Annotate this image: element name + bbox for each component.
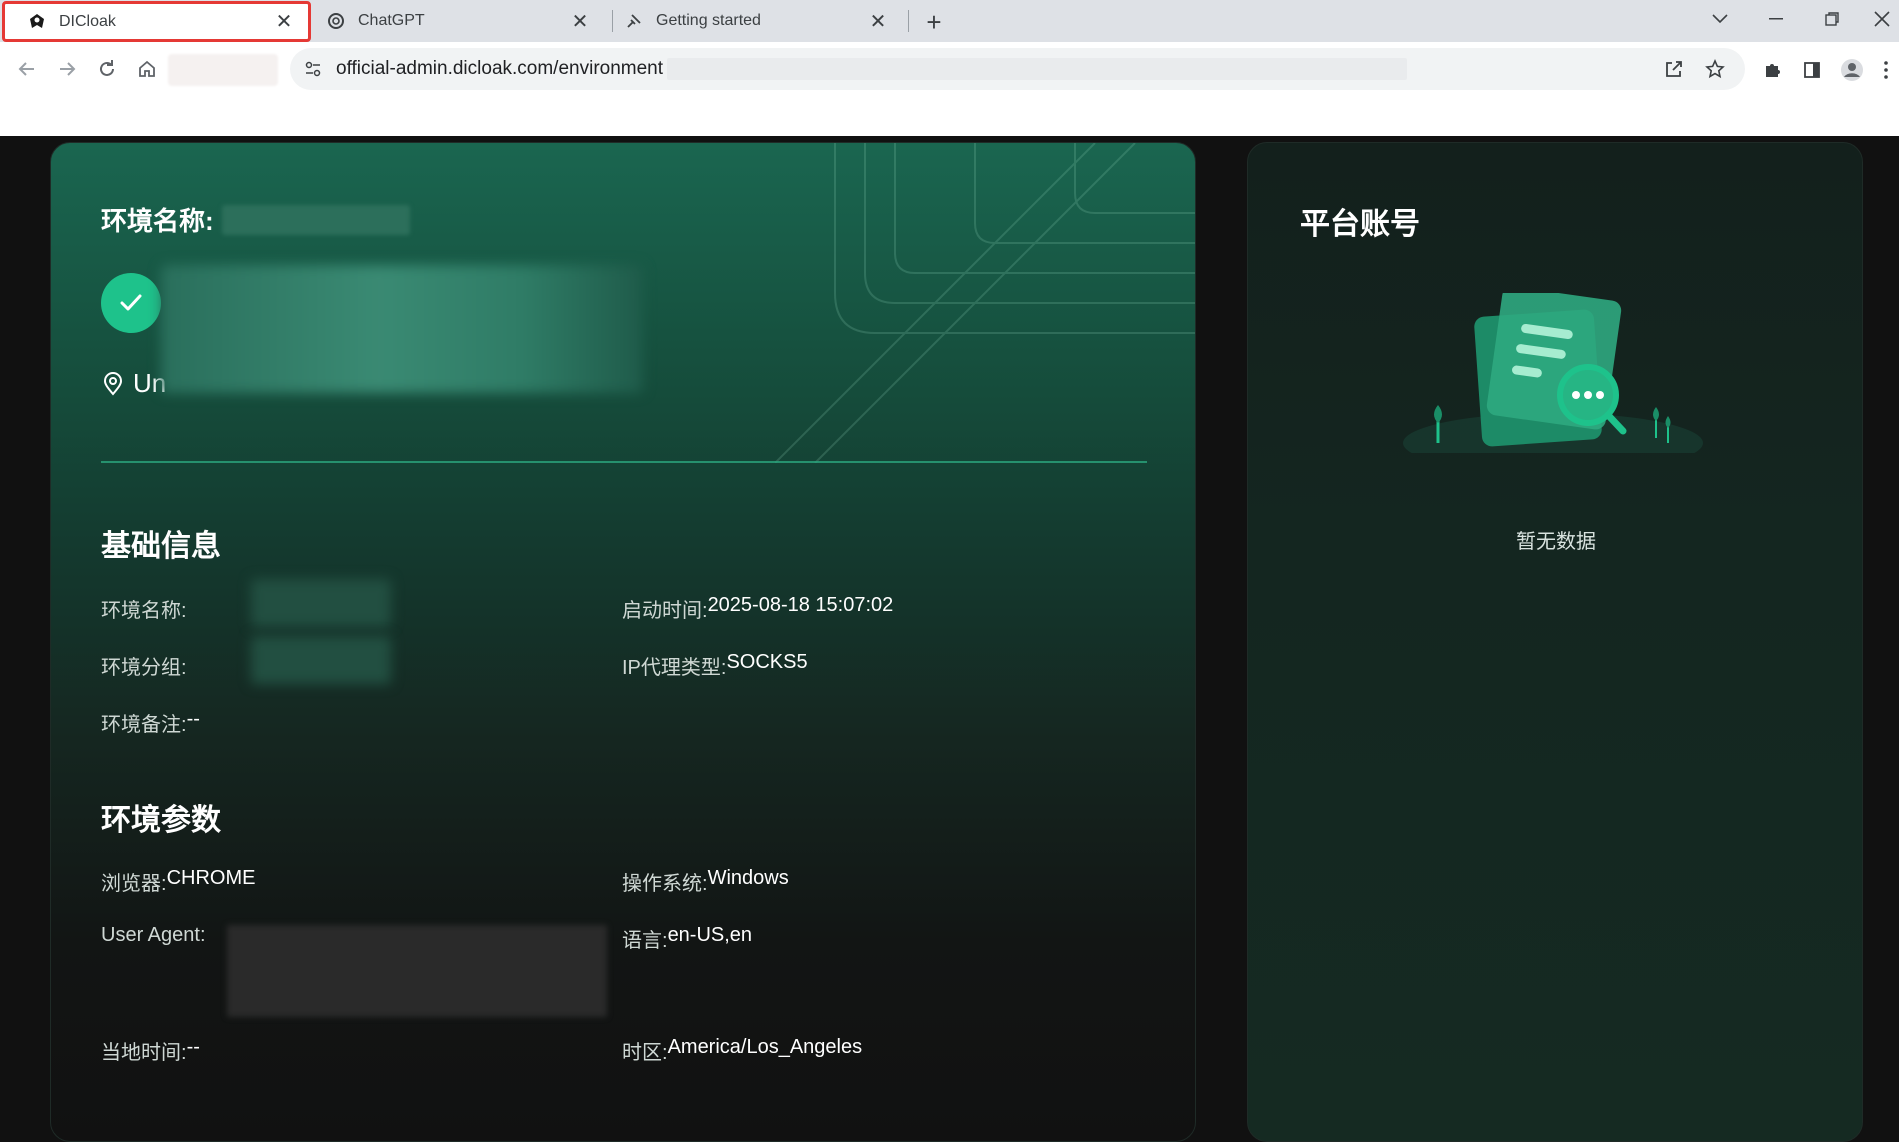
browser-toolbar: official-admin.dicloak.com/environment: [0, 42, 1899, 96]
env-name-header-label: 环境名称:: [101, 206, 214, 236]
home-icon[interactable]: [130, 52, 164, 86]
address-bar[interactable]: official-admin.dicloak.com/environment: [290, 48, 1745, 90]
env-name-header: 环境名称:: [101, 201, 410, 238]
redacted-bookmark: [168, 54, 278, 86]
tab-separator: [612, 10, 613, 32]
env-note-label: 环境备注:: [101, 714, 187, 736]
empty-state-text: 暂无数据: [1516, 531, 1596, 553]
chatgpt-logo-icon: [326, 11, 346, 31]
browser-value: CHROME: [166, 867, 256, 889]
proxy-type-label: IP代理类型:: [622, 657, 727, 679]
side-panel-icon[interactable]: [1796, 54, 1828, 86]
tab-separator: [908, 10, 909, 32]
close-tab-icon[interactable]: ✕: [568, 9, 592, 33]
tab-chatgpt[interactable]: ChatGPT ✕: [320, 0, 604, 42]
bookmark-star-icon[interactable]: [1700, 54, 1730, 84]
decorative-pattern: [775, 143, 1195, 463]
local-time-value: --: [186, 1036, 200, 1058]
tab-title: Getting started: [656, 12, 761, 29]
reload-icon[interactable]: [90, 52, 124, 86]
close-tab-icon[interactable]: ✕: [866, 9, 890, 33]
start-time-value: 2025-08-18 15:07:02: [707, 594, 894, 616]
tab-title: ChatGPT: [358, 12, 425, 29]
share-icon[interactable]: [1659, 54, 1689, 84]
platform-account-title: 平台账号: [1300, 208, 1420, 241]
proxy-type-field: IP代理类型: SOCKS5: [622, 651, 808, 680]
redacted-url-part: [667, 58, 1408, 80]
forward-arrow-icon[interactable]: [50, 52, 84, 86]
user-agent-label: User Agent:: [101, 924, 206, 946]
page-content: 环境名称: Un 基础信息 环境名称: 环境分组: 环境备注: -- 启动时间:…: [0, 136, 1899, 1142]
section-divider: [101, 461, 1147, 463]
environment-card: 环境名称: Un 基础信息 环境名称: 环境分组: 环境备注: -- 启动时间:…: [50, 142, 1196, 1142]
user-agent-field: User Agent:: [101, 924, 206, 947]
os-field: 操作系统: Windows: [622, 867, 789, 896]
basic-info-title: 基础信息: [101, 530, 221, 563]
tab-dicloak[interactable]: DICloak ✕: [2, 1, 311, 42]
location-row: Un: [101, 368, 166, 399]
timezone-field: 时区: America/Los_Angeles: [622, 1036, 862, 1065]
minimize-button[interactable]: [1756, 0, 1796, 38]
env-params-title: 环境参数: [101, 804, 221, 837]
timezone-label: 时区:: [622, 1042, 668, 1064]
back-arrow-icon[interactable]: [10, 52, 44, 86]
env-group-label: 环境分组:: [101, 657, 187, 679]
url-text: official-admin.dicloak.com/environment: [336, 58, 664, 79]
dicloak-logo-icon: [27, 12, 47, 32]
status-check-icon: [101, 273, 161, 333]
profile-avatar-icon[interactable]: [1836, 54, 1868, 86]
start-time-field: 启动时间: 2025-08-18 15:07:02: [622, 594, 893, 623]
os-label: 操作系统:: [622, 873, 708, 895]
redacted-ip-info: [161, 265, 643, 393]
language-field: 语言: en-US,en: [622, 924, 752, 953]
os-value: Windows: [707, 867, 789, 889]
tab-search-chevron-icon[interactable]: [1700, 0, 1740, 38]
redacted-env-group-value: [251, 636, 391, 684]
browser-field: 浏览器: CHROME: [101, 867, 255, 896]
site-settings-icon[interactable]: [300, 56, 326, 82]
location-pin-icon: [101, 371, 125, 396]
more-menu-icon[interactable]: [1876, 54, 1896, 86]
language-value: en-US,en: [667, 924, 753, 946]
restore-button[interactable]: [1812, 0, 1852, 38]
language-label: 语言:: [622, 930, 668, 952]
empty-document-search-icon: [1403, 293, 1703, 453]
tab-strip: DICloak ✕ ChatGPT ✕ Getting started ✕ +: [0, 0, 1899, 42]
start-time-label: 启动时间:: [622, 600, 708, 622]
env-note-field: 环境备注: --: [101, 708, 200, 737]
redacted-env-name-value: [251, 579, 391, 627]
extensions-puzzle-icon[interactable]: [1756, 54, 1788, 86]
browser-label: 浏览器:: [101, 873, 167, 895]
pin-tool-icon: [624, 11, 644, 31]
platform-account-card: 平台账号 暂无数据: [1247, 142, 1863, 1142]
tab-title: DICloak: [59, 12, 116, 30]
local-time-label: 当地时间:: [101, 1042, 187, 1064]
env-note-value: --: [186, 708, 200, 730]
redacted-user-agent: [227, 925, 607, 1017]
close-window-button[interactable]: [1862, 0, 1899, 38]
new-tab-button[interactable]: +: [918, 6, 950, 38]
close-tab-icon[interactable]: ✕: [272, 10, 296, 34]
proxy-type-value: SOCKS5: [726, 651, 808, 673]
timezone-value: America/Los_Angeles: [667, 1036, 863, 1058]
env-name-field: 环境名称:: [101, 594, 187, 623]
redacted-env-name: [221, 204, 410, 235]
tab-getting-started[interactable]: Getting started ✕: [618, 0, 902, 42]
env-group-field: 环境分组:: [101, 651, 187, 680]
page-top-strip: [0, 96, 1899, 136]
env-name-label: 环境名称:: [101, 600, 187, 622]
local-time-field: 当地时间: --: [101, 1036, 200, 1065]
